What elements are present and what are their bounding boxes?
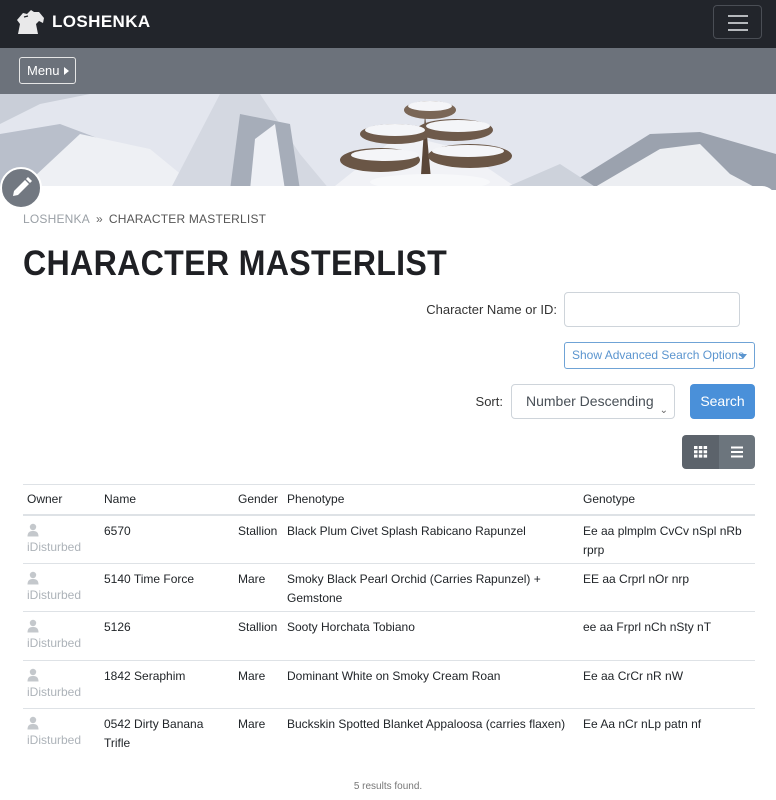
gender-cell: Mare — [234, 563, 283, 612]
owner-cell: iDisturbed — [23, 563, 100, 612]
breadcrumb: LOSHENKA » CHARACTER MASTERLIST — [23, 212, 266, 226]
owner-link[interactable]: iDisturbed — [27, 636, 81, 650]
character-name-link[interactable]: 5140 Time Force — [100, 563, 234, 612]
sort-select[interactable]: Number Descending ⌄ — [511, 384, 675, 419]
owner-link[interactable]: iDisturbed — [27, 540, 81, 554]
top-navbar: LOSHENKA — [0, 0, 776, 48]
user-icon — [27, 716, 39, 730]
user-icon — [27, 668, 39, 681]
hamburger-menu-button[interactable] — [713, 5, 762, 39]
view-toggle-group — [682, 435, 755, 469]
breadcrumb-separator: » — [95, 212, 103, 226]
character-name-link[interactable]: 5126 — [100, 611, 234, 661]
advanced-search-label: Show Advanced Search Options — [572, 348, 745, 362]
breadcrumb-home-link[interactable]: LOSHENKA — [23, 212, 90, 226]
header-name: Name — [100, 484, 234, 516]
sub-navbar: Menu — [0, 48, 776, 94]
phenotype-cell: Black Plum Civet Splash Rabicano Rapunze… — [283, 514, 579, 564]
header-banner-image — [0, 94, 776, 190]
owner-link[interactable]: iDisturbed — [27, 685, 81, 699]
results-count: 5 results found. — [353, 781, 423, 792]
character-name-link[interactable]: 6570 — [100, 514, 234, 564]
genotype-cell: Ee Aa nCr nLp patn nf — [583, 717, 702, 731]
header-genotype: Genotype — [579, 484, 755, 516]
list-view-button[interactable] — [719, 435, 755, 469]
owner-cell: iDisturbed — [23, 611, 100, 661]
advanced-search-toggle-button[interactable]: Show Advanced Search Options — [564, 342, 755, 369]
horse-head-icon[interactable] — [14, 8, 46, 36]
character-table: Owner Name Gender Phenotype Genotype iDi… — [23, 484, 755, 757]
owner-cell: iDisturbed — [23, 514, 100, 564]
search-button[interactable]: Search — [690, 384, 755, 419]
menu-button-label: Menu — [27, 63, 60, 78]
grid-icon — [694, 446, 708, 458]
gender-cell: Mare — [234, 660, 283, 709]
chevron-down-icon: ⌄ — [659, 405, 668, 416]
page-title: CHARACTER MASTERLIST — [23, 244, 448, 283]
genotype-cell: ee aa Frprl nCh nSty nT — [579, 611, 755, 661]
table-header-row: Owner Name Gender Phenotype Genotype — [23, 484, 755, 516]
table-row: iDisturbed 5126 Stallion Sooty Horchata … — [23, 611, 755, 661]
caret-right-icon — [64, 67, 69, 75]
character-name-link[interactable]: 0542 Dirty Banana Trifle — [100, 709, 234, 758]
user-icon — [27, 571, 39, 584]
pencil-icon — [13, 177, 32, 196]
sort-select-value: Number Descending — [526, 393, 654, 409]
character-name-label: Character Name or ID: — [426, 302, 557, 317]
header-owner: Owner — [23, 484, 100, 516]
owner-link[interactable]: iDisturbed — [27, 588, 81, 602]
phenotype-cell: Buckskin Spotted Blanket Appaloosa (carr… — [287, 717, 566, 731]
table-row: iDisturbed 1842 Seraphim Mare Dominant W… — [23, 660, 755, 709]
genotype-cell: Ee aa plmplm CvCv nSpl nRb rprp — [579, 514, 755, 564]
gender-cell: Stallion — [234, 514, 283, 564]
caret-down-icon — [739, 354, 747, 359]
phenotype-cell: Sooty Horchata Tobiano — [283, 611, 579, 661]
character-name-input[interactable] — [564, 292, 740, 327]
grid-view-button[interactable] — [682, 435, 719, 469]
owner-cell: iDisturbed — [23, 709, 100, 758]
hamburger-bar — [728, 22, 748, 24]
breadcrumb-current[interactable]: CHARACTER MASTERLIST — [109, 212, 266, 226]
snowy-mountain-illustration — [0, 94, 776, 190]
user-icon — [27, 619, 39, 633]
gender-cell: Mare — [238, 717, 266, 731]
header-phenotype: Phenotype — [283, 484, 579, 516]
edit-page-button[interactable] — [0, 167, 42, 209]
hamburger-bar — [728, 29, 748, 31]
phenotype-cell: Dominant White on Smoky Cream Roan — [283, 660, 579, 709]
user-icon — [27, 523, 39, 536]
table-row: iDisturbed 0542 Dirty Banana Trifle Mare… — [23, 709, 755, 758]
character-name-link[interactable]: 1842 Seraphim — [100, 660, 234, 709]
sort-label: Sort: — [475, 394, 503, 409]
gender-cell: Stallion — [234, 611, 283, 661]
owner-link[interactable]: iDisturbed — [27, 733, 81, 747]
table-row: iDisturbed 6570 Stallion Black Plum Cive… — [23, 514, 755, 564]
owner-cell: iDisturbed — [23, 660, 100, 709]
brand-name[interactable]: LOSHENKA — [52, 12, 151, 32]
menu-button[interactable]: Menu — [19, 57, 76, 84]
genotype-cell: EE aa Crprl nOr nrp — [579, 563, 755, 612]
table-row: iDisturbed 5140 Time Force Mare Smoky Bl… — [23, 563, 755, 612]
list-icon — [731, 446, 743, 458]
phenotype-cell: Smoky Black Pearl Orchid (Carries Rapunz… — [283, 563, 579, 612]
hamburger-icon — [728, 15, 748, 17]
genotype-cell: Ee aa CrCr nR nW — [579, 660, 755, 709]
header-gender: Gender — [234, 484, 283, 516]
